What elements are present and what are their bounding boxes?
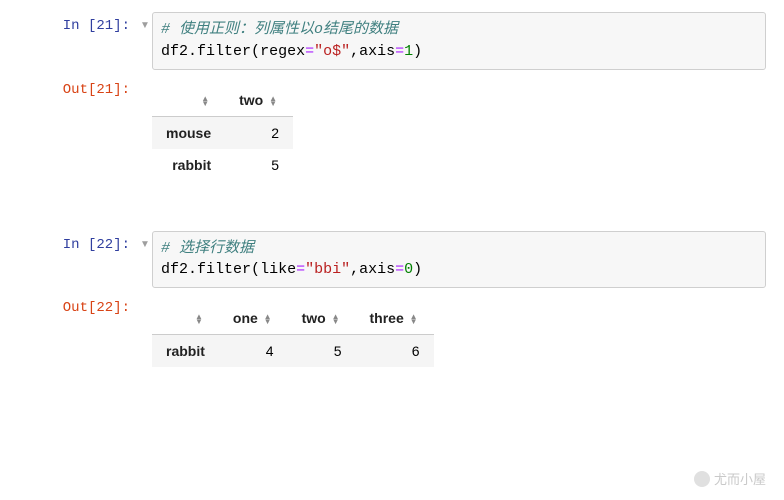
code-input[interactable]: # 选择行数据 df2.filter(like="bbi",axis=0) <box>152 231 766 289</box>
collapse-icon[interactable] <box>138 294 152 302</box>
sort-icon[interactable]: ▲▼ <box>195 314 203 324</box>
code-cell: In [22]: ▼ # 选择行数据 df2.filter(like="bbi"… <box>0 231 784 289</box>
table-header-row: ▲▼ one ▲▼ two ▲▼ three ▲▼ <box>152 302 434 335</box>
code-line: df2.filter(regex="o$",axis=1) <box>161 41 757 63</box>
cell-value: 6 <box>356 335 434 368</box>
cell-value: 5 <box>288 335 356 368</box>
column-header[interactable]: three ▲▼ <box>356 302 434 335</box>
out-prompt: Out[22]: <box>0 294 138 316</box>
output-area: ▲▼ two ▲▼ mouse 2 rabbit 5 <box>152 76 784 185</box>
table-row: rabbit 5 <box>152 149 293 181</box>
row-index: mouse <box>152 116 225 149</box>
out-prompt: Out[21]: <box>0 76 138 98</box>
index-header[interactable]: ▲▼ <box>152 302 219 335</box>
wechat-icon <box>694 471 710 487</box>
sort-icon[interactable]: ▲▼ <box>332 314 340 324</box>
table-row: rabbit 4 5 6 <box>152 335 434 368</box>
collapse-icon[interactable] <box>138 76 152 84</box>
code-cell: In [21]: ▼ # 使用正则：列属性以o结尾的数据 df2.filter(… <box>0 12 784 70</box>
cell-value: 2 <box>225 116 293 149</box>
index-header[interactable]: ▲▼ <box>152 84 225 117</box>
code-input[interactable]: # 使用正则：列属性以o结尾的数据 df2.filter(regex="o$",… <box>152 12 766 70</box>
dataframe-table: ▲▼ one ▲▼ two ▲▼ three ▲▼ rabbit 4 5 6 <box>152 302 434 367</box>
row-index: rabbit <box>152 335 219 368</box>
in-prompt: In [21]: <box>0 12 138 34</box>
column-header[interactable]: two ▲▼ <box>288 302 356 335</box>
cell-value: 4 <box>219 335 288 368</box>
output-cell: Out[21]: ▲▼ two ▲▼ mouse 2 rabbit 5 <box>0 76 784 185</box>
code-line: df2.filter(like="bbi",axis=0) <box>161 259 757 281</box>
output-area: ▲▼ one ▲▼ two ▲▼ three ▲▼ rabbit 4 5 6 <box>152 294 784 371</box>
row-index: rabbit <box>152 149 225 181</box>
table-row: mouse 2 <box>152 116 293 149</box>
code-comment: # 选择行数据 <box>161 240 254 257</box>
column-header[interactable]: two ▲▼ <box>225 84 293 117</box>
table-header-row: ▲▼ two ▲▼ <box>152 84 293 117</box>
code-comment: # 使用正则：列属性以o结尾的数据 <box>161 21 398 38</box>
collapse-icon[interactable]: ▼ <box>138 12 152 31</box>
watermark-text: 尤而小屋 <box>714 469 766 488</box>
column-header[interactable]: one ▲▼ <box>219 302 288 335</box>
dataframe-table: ▲▼ two ▲▼ mouse 2 rabbit 5 <box>152 84 293 181</box>
sort-icon[interactable]: ▲▼ <box>201 96 209 106</box>
watermark: 尤而小屋 <box>694 469 766 488</box>
collapse-icon[interactable]: ▼ <box>138 231 152 250</box>
sort-icon[interactable]: ▲▼ <box>264 314 272 324</box>
sort-icon[interactable]: ▲▼ <box>410 314 418 324</box>
in-prompt: In [22]: <box>0 231 138 253</box>
cell-value: 5 <box>225 149 293 181</box>
output-cell: Out[22]: ▲▼ one ▲▼ two ▲▼ three ▲▼ rabbi… <box>0 294 784 371</box>
sort-icon[interactable]: ▲▼ <box>269 96 277 106</box>
